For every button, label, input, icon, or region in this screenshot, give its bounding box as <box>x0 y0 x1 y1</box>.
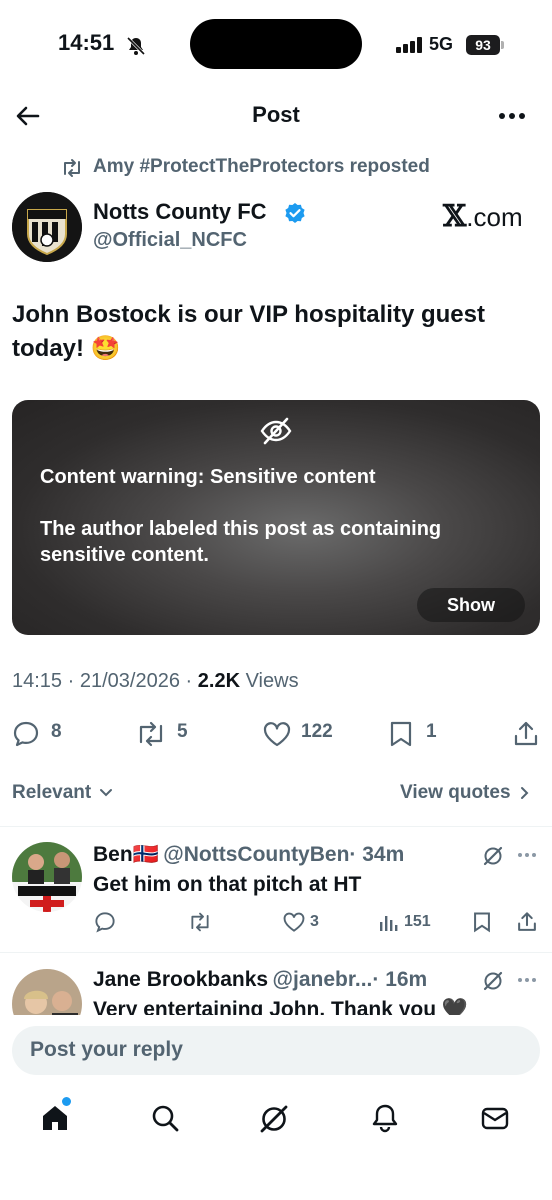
repost-count: 5 <box>177 721 188 742</box>
reply-bookmark-icon[interactable] <box>472 911 492 933</box>
share-icon[interactable] <box>512 720 540 748</box>
eye-off-icon <box>260 416 292 446</box>
reply-repost-icon[interactable] <box>187 911 213 933</box>
grok-icon[interactable] <box>482 970 504 992</box>
reply-text: Very entertaining John. Thank you 🖤 <box>93 998 469 1015</box>
notification-dot <box>62 1097 71 1106</box>
page-title: Post <box>252 102 300 127</box>
grok-tab-icon[interactable] <box>258 1103 290 1135</box>
view-quotes-link[interactable]: View quotes <box>400 782 530 804</box>
bell-off-icon <box>126 36 146 56</box>
reply-like-count: 3 <box>310 913 319 930</box>
post-date: 21/03/2026 <box>79 670 180 692</box>
repost-icon <box>60 158 84 178</box>
views-count: 2.2K <box>197 670 241 692</box>
like-icon[interactable] <box>262 720 292 748</box>
reply-views-count: 151 <box>404 913 431 930</box>
meta-sep: · <box>185 670 193 692</box>
status-time: 14:51 <box>58 30 115 55</box>
like-count: 122 <box>301 721 333 742</box>
view-quotes-label: View quotes <box>400 782 511 803</box>
reply-header: Ben🇳🇴 @NottsCountyBen· 34m <box>93 843 404 867</box>
brand-watermark: 𝕏.com <box>443 199 523 234</box>
reply-like-icon[interactable] <box>282 911 306 933</box>
reply-header: Jane Brookbanks @janebr...· 16m <box>93 968 427 992</box>
reply-more-icon[interactable] <box>517 852 537 858</box>
home-icon[interactable] <box>40 1103 70 1133</box>
messages-icon[interactable] <box>480 1103 510 1133</box>
divider <box>0 826 552 827</box>
reply-icon[interactable] <box>12 720 40 748</box>
reply-author-handle[interactable]: @janebr... <box>273 968 373 991</box>
repost-label[interactable]: Amy #ProtectTheProtectors reposted <box>93 156 430 178</box>
chevron-down-icon <box>100 788 113 797</box>
reply-count: 8 <box>51 721 62 742</box>
reply-time: · 16m <box>372 968 428 991</box>
reply-item-clip: Jane Brookbanks @janebr...· 16m Very ent… <box>0 953 552 1015</box>
signal-icon <box>396 37 424 53</box>
post-time: 14:15 <box>12 670 63 692</box>
dynamic-island <box>190 19 362 69</box>
sort-label: Relevant <box>12 782 92 803</box>
chevron-right-icon <box>520 786 529 799</box>
views-label: Views <box>245 670 299 692</box>
x-logo-icon: 𝕏 <box>443 199 467 234</box>
repost-action-icon[interactable] <box>134 720 168 748</box>
grok-icon[interactable] <box>482 845 504 867</box>
reply-author-handle[interactable]: @NottsCountyBen <box>163 843 349 866</box>
more-options-icon[interactable] <box>498 112 526 120</box>
reply-views-icon[interactable] <box>378 912 398 932</box>
battery-level: 93 <box>466 35 500 55</box>
reply-time: · 34m <box>349 843 405 866</box>
post-meta: 14:15 · 21/03/2026 · 2.2K Views <box>12 670 299 693</box>
post-text: John Bostock is our VIP hospitality gues… <box>12 301 485 362</box>
reply-more-icon[interactable] <box>517 977 537 983</box>
search-icon[interactable] <box>150 1103 180 1133</box>
content-warning-body: The author labeled this post as containi… <box>40 518 442 566</box>
battery-tip <box>501 41 504 49</box>
reply-placeholder: Post your reply <box>30 1038 183 1061</box>
verified-badge-icon <box>284 202 306 224</box>
reply-avatar[interactable] <box>12 969 82 1015</box>
reply-share-icon[interactable] <box>516 911 538 933</box>
reply-avatar[interactable] <box>12 842 82 912</box>
content-warning-title: Content warning: Sensitive content <box>40 466 376 488</box>
author-handle[interactable]: @Official_NCFC <box>93 229 247 252</box>
notifications-icon[interactable] <box>370 1103 400 1133</box>
author-avatar[interactable] <box>12 192 82 262</box>
network-type: 5G <box>429 34 454 54</box>
reply-reply-icon[interactable] <box>94 911 116 933</box>
meta-sep: · <box>67 670 75 692</box>
reply-author-name[interactable]: Jane Brookbanks <box>93 968 268 991</box>
brand-suffix: .com <box>466 202 523 232</box>
reply-author-name[interactable]: Ben🇳🇴 <box>93 843 159 866</box>
show-button[interactable]: Show <box>417 588 525 622</box>
bookmark-icon[interactable] <box>388 720 414 748</box>
author-name[interactable]: Notts County FC <box>93 199 267 225</box>
bookmark-count: 1 <box>426 721 437 742</box>
sort-dropdown[interactable]: Relevant <box>12 782 113 804</box>
reply-text: Get him on that pitch at HT <box>93 873 362 896</box>
